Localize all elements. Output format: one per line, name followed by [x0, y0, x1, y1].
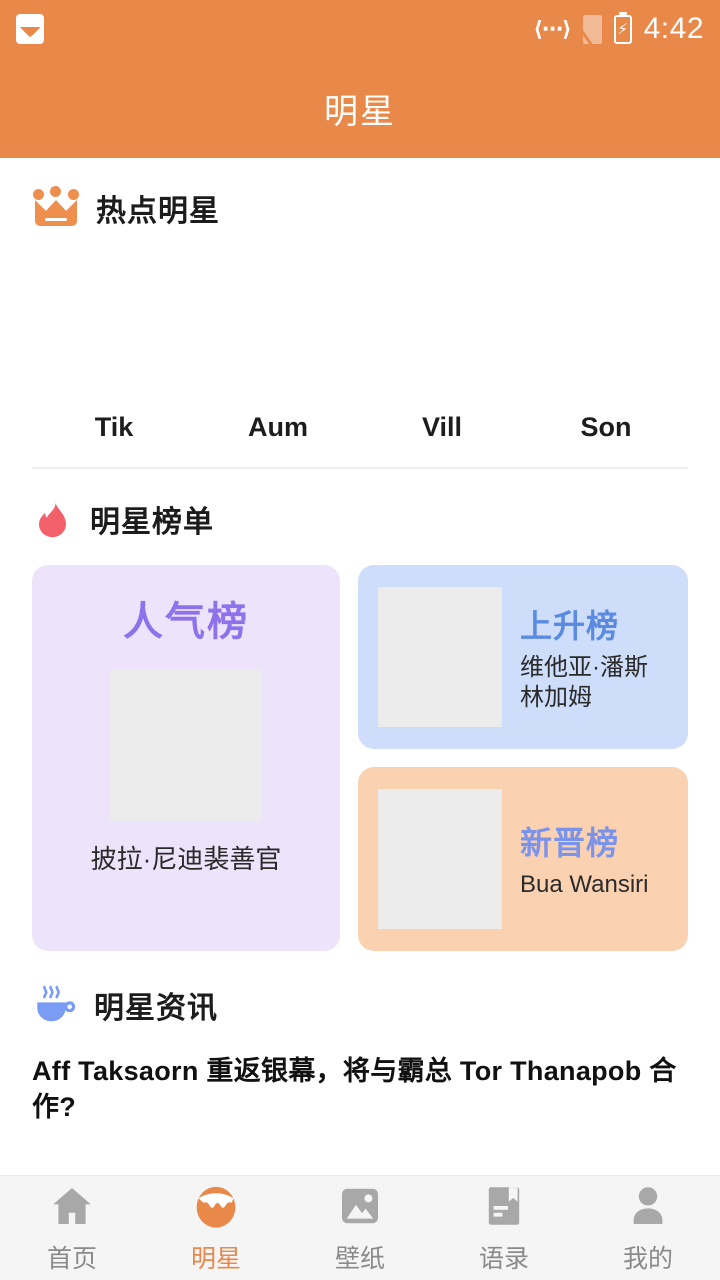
popularity-rank-name: 披拉·尼迪裴善官 [90, 844, 282, 874]
newcomer-rank-card[interactable]: 新晋榜 Bua Wansiri [358, 767, 688, 951]
rising-rank-text: 上升榜 维他亚·潘斯林加姆 [520, 601, 668, 713]
status-bar-left [16, 14, 44, 44]
rising-rank-name: 维他亚·潘斯林加姆 [520, 654, 648, 711]
hot-stars-section-header: 热点明星 [0, 158, 720, 230]
avatar [536, 258, 676, 398]
newcomer-rank-image [378, 789, 502, 929]
hot-star-item[interactable]: Son [524, 258, 688, 443]
home-icon [46, 1181, 98, 1231]
battery-charging-icon: ⚡ [613, 14, 632, 44]
newcomer-rank-title: 新晋榜 [520, 825, 620, 861]
popularity-rank-title: 人气榜 [123, 600, 249, 644]
avatar [208, 258, 348, 398]
avatar [44, 258, 184, 398]
hot-star-name: Tik [94, 412, 134, 442]
page-title: 明星 [324, 92, 396, 131]
hot-star-name: Vill [421, 412, 463, 442]
nav-item-quotes[interactable]: 语录 [432, 1181, 576, 1275]
nav-item-star[interactable]: 明星 [144, 1181, 288, 1275]
popularity-rank-image [110, 669, 262, 821]
lightning-bolt-icon: ⚡ [617, 20, 628, 38]
rankings-cards: 人气榜 披拉·尼迪裴善官 上升榜 维他亚·潘斯林加姆 新晋榜 Bua Wansi… [0, 541, 720, 951]
nav-label-home: 首页 [46, 1245, 97, 1273]
status-bar: ⟨⋯⟩ ⚡ 4:42 [0, 0, 720, 58]
hot-star-name: Aum [248, 412, 308, 442]
hot-star-item[interactable]: Tik [32, 258, 196, 443]
newcomer-rank-text: 新晋榜 Bua Wansiri [520, 818, 648, 900]
newcomer-rank-name: Bua Wansiri [520, 871, 649, 898]
nav-item-wallpaper[interactable]: 壁纸 [288, 1181, 432, 1275]
news-headline: Aff Taksaorn 重返银幕，将与霸总 Tor Thanapob 合作? [32, 1056, 677, 1123]
sim-off-icon [582, 14, 602, 44]
hot-stars-title: 热点明星 [96, 195, 220, 228]
popularity-rank-card[interactable]: 人气榜 披拉·尼迪裴善官 [32, 565, 340, 951]
app-bar: 明星 [0, 58, 720, 158]
rising-rank-image [378, 587, 502, 727]
app-root: ⟨⋯⟩ ⚡ 4:42 明星 热点明星 Tik Aum Vill Son 明星榜单… [0, 0, 720, 1280]
news-list-item[interactable]: Aff Taksaorn 重返银幕，将与霸总 Tor Thanapob 合作? [0, 1027, 720, 1126]
rising-rank-card[interactable]: 上升榜 维他亚·潘斯林加姆 [358, 565, 688, 749]
wallpaper-icon [334, 1181, 386, 1231]
nav-label-quotes: 语录 [478, 1245, 529, 1273]
nav-label-profile: 我的 [622, 1245, 673, 1273]
rankings-title: 明星榜单 [90, 506, 214, 539]
nav-item-home[interactable]: 首页 [0, 1181, 144, 1275]
profile-icon [622, 1181, 674, 1231]
main-content: 热点明星 Tik Aum Vill Son 明星榜单 人气榜 披拉·尼迪裴善官 … [0, 158, 720, 1175]
rankings-section-header: 明星榜单 [0, 469, 720, 541]
image-icon [16, 14, 44, 44]
bottom-navigation-bar: 首页 明星 壁纸 语录 我的 [0, 1175, 720, 1280]
rising-rank-title: 上升榜 [520, 608, 620, 644]
news-title: 明星资讯 [94, 992, 218, 1025]
hot-star-name: Son [580, 412, 632, 442]
nav-label-wallpaper: 壁纸 [334, 1245, 385, 1273]
nav-label-star: 明星 [190, 1245, 241, 1273]
avatar [372, 258, 512, 398]
developer-mode-icon: ⟨⋯⟩ [533, 17, 571, 41]
quotes-book-icon [478, 1181, 530, 1231]
news-section-header: 明星资讯 [0, 951, 720, 1027]
crown-icon [32, 186, 80, 228]
rankings-right-column: 上升榜 维他亚·潘斯林加姆 新晋榜 Bua Wansiri [358, 565, 688, 951]
status-bar-right: ⟨⋯⟩ ⚡ 4:42 [533, 12, 704, 46]
flame-icon [39, 500, 66, 538]
star-face-icon [190, 1181, 242, 1231]
hot-star-item[interactable]: Aum [196, 258, 360, 443]
status-bar-clock: 4:42 [643, 12, 704, 45]
hot-stars-list: Tik Aum Vill Son [0, 230, 720, 443]
coffee-icon [37, 985, 76, 1022]
hot-star-item[interactable]: Vill [360, 258, 524, 443]
nav-item-profile[interactable]: 我的 [576, 1181, 720, 1275]
